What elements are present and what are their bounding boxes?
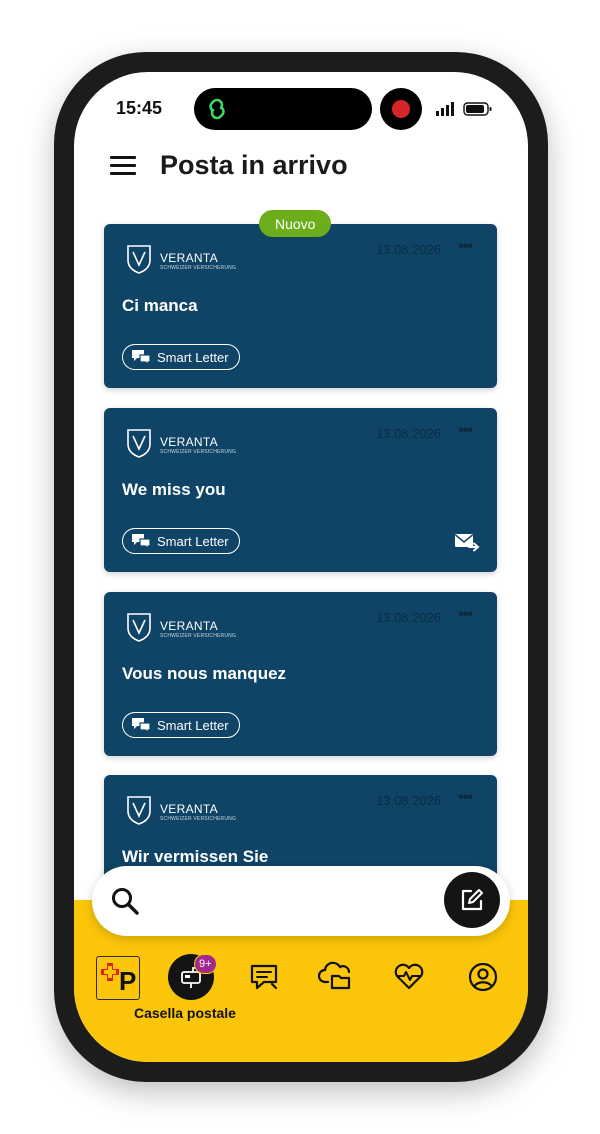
compose-icon <box>461 889 483 911</box>
letter-subject: Vous nous manquez <box>122 664 287 683</box>
brand-name: VERANTA <box>160 251 218 265</box>
menu-icon[interactable] <box>110 156 136 176</box>
brand-name: VERANTA <box>160 435 218 449</box>
chip-label: Smart Letter <box>157 349 229 365</box>
recording-indicator <box>380 88 422 130</box>
letter-card[interactable]: VERANTA SCHWEIZER VERSICHERUNG 13.08.202… <box>104 592 497 756</box>
dynamic-island <box>194 88 372 130</box>
nav-cloud-documents[interactable] <box>314 954 360 1000</box>
nav-profile[interactable] <box>460 954 506 1000</box>
signal-battery-icons <box>436 102 492 116</box>
brand-tagline: SCHWEIZER VERSICHERUNG <box>160 265 237 271</box>
status-time: 15:45 <box>116 98 163 118</box>
letter-date: 13.08.2026 <box>376 793 442 808</box>
forwarded-mail-icon <box>455 534 480 552</box>
more-options-icon[interactable]: ••• <box>458 606 473 624</box>
veranta-logo-icon <box>127 245 151 274</box>
letter-subject: Ci manca <box>122 296 198 315</box>
chat-bubbles-icon <box>132 534 151 549</box>
veranta-logo-icon <box>127 613 151 642</box>
profile-icon <box>468 962 498 992</box>
health-heart-icon <box>394 963 424 990</box>
mailbox-badge: 9+ <box>194 954 217 974</box>
letter-date: 13.08.2026 <box>376 426 442 441</box>
letter-subject: Wir vermissen Sie <box>122 847 269 866</box>
compose-button[interactable] <box>444 872 500 928</box>
letter-card[interactable]: VERANTA SCHWEIZER VERSICHERUNG 13.08.202… <box>104 408 497 572</box>
smart-letter-chip: Smart Letter <box>122 344 240 370</box>
nav-active-label: Casella postale <box>134 1005 236 1021</box>
chip-label: Smart Letter <box>157 717 229 733</box>
letter-date: 13.08.2026 <box>376 242 442 257</box>
record-dot-icon <box>392 100 410 118</box>
more-options-icon[interactable]: ••• <box>458 789 473 807</box>
more-options-icon[interactable]: ••• <box>458 238 473 256</box>
chip-label: Smart Letter <box>157 533 229 549</box>
swiss-post-logo[interactable]: P <box>96 956 140 1000</box>
chat-bubbles-icon <box>132 350 151 365</box>
cloud-folder-icon <box>317 961 351 990</box>
letter-card[interactable]: VERANTA SCHWEIZER VERSICHERUNG 13.08.202… <box>104 224 497 388</box>
brand-tagline: SCHWEIZER VERSICHERUNG <box>160 633 237 639</box>
app-screen: 15:45 Posta in arrivo Nuovo VERANTA SCHW… <box>74 72 528 1062</box>
smart-letter-chip: Smart Letter <box>122 528 240 554</box>
veranta-logo-icon <box>127 796 151 825</box>
brand-tagline: SCHWEIZER VERSICHERUNG <box>160 449 237 455</box>
chat-bubbles-icon <box>132 718 151 733</box>
nav-messages[interactable] <box>242 954 288 1000</box>
messages-icon <box>250 964 278 990</box>
brand-name: VERANTA <box>160 619 218 633</box>
smart-letter-chip: Smart Letter <box>122 712 240 738</box>
letter-date: 13.08.2026 <box>376 610 442 625</box>
search-icon <box>112 888 139 915</box>
svg-text:P: P <box>119 966 136 996</box>
page-title: Posta in arrivo <box>160 150 348 180</box>
veranta-logo-icon <box>127 429 151 458</box>
brand-tagline: SCHWEIZER VERSICHERUNG <box>160 816 237 822</box>
post-logo-icon: P <box>101 963 136 996</box>
more-options-icon[interactable]: ••• <box>458 422 473 440</box>
nav-health[interactable] <box>386 954 432 1000</box>
link-app-icon <box>209 98 225 120</box>
brand-name: VERANTA <box>160 802 218 816</box>
letter-subject: We miss you <box>122 480 226 499</box>
new-badge: Nuovo <box>259 210 332 237</box>
